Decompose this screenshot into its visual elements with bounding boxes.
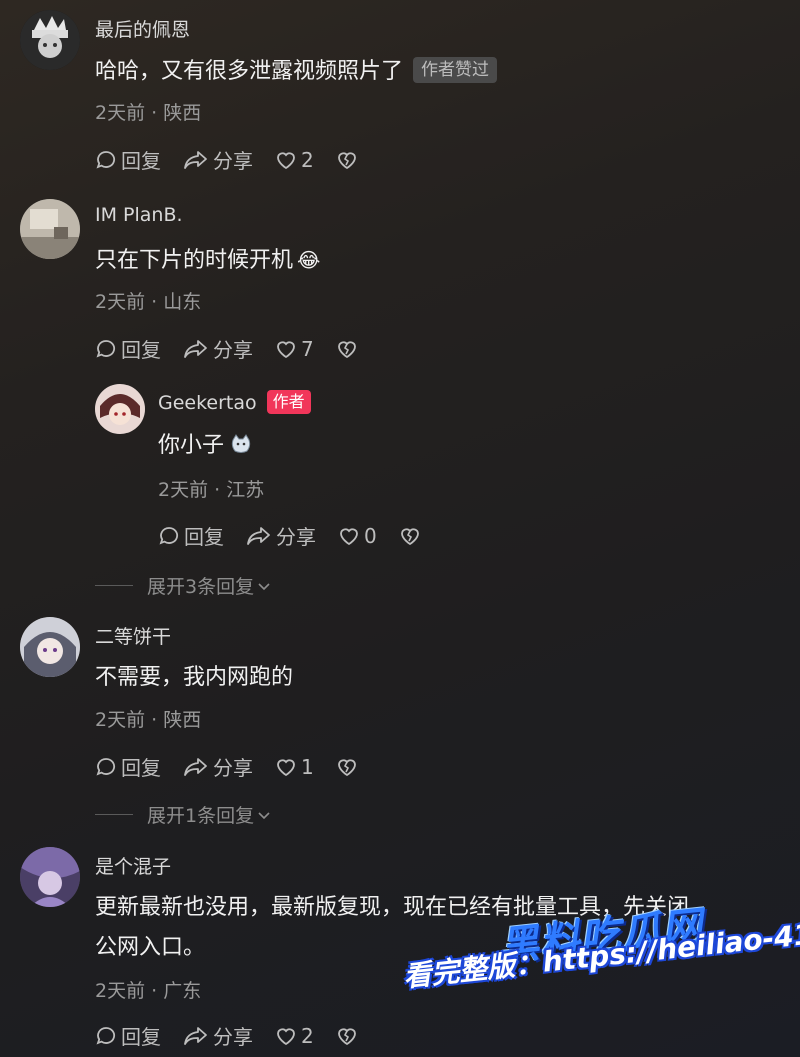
comment-meta: 2天前 · 山东: [95, 291, 202, 313]
heart-icon: [277, 758, 295, 776]
dislike-button[interactable]: [336, 1025, 362, 1047]
username[interactable]: 是个混子: [95, 852, 171, 879]
username[interactable]: IM PlanB.: [95, 204, 183, 226]
reply-text-body: 你小子: [158, 433, 225, 458]
comment-text: 哈哈，又有很多泄露视频照片了 作者赞过: [95, 52, 498, 92]
expand-replies-button[interactable]: 展开1条回复: [95, 801, 272, 828]
username[interactable]: 二等饼干: [95, 622, 171, 649]
reply-label: 回复: [121, 756, 161, 780]
username[interactable]: 最后的佩恩: [95, 15, 190, 42]
broken-heart-icon: [337, 340, 356, 358]
reply-username: Geekertao 作者: [158, 390, 311, 414]
heart-icon: [277, 340, 295, 358]
reply-bubble-icon: [96, 757, 115, 776]
dislike-button[interactable]: [336, 756, 362, 778]
like-button[interactable]: 7: [275, 337, 314, 361]
share-button[interactable]: 分享: [183, 145, 253, 174]
expand-replies-button[interactable]: 展开3条回复: [95, 572, 272, 599]
like-button[interactable]: 1: [275, 755, 314, 779]
comment-actions: 回复 分享 7: [95, 334, 384, 363]
divider-line: [95, 814, 133, 815]
share-arrow-icon: [247, 526, 270, 545]
reply-actions: 回复 分享 0: [158, 521, 447, 550]
avatar[interactable]: [20, 617, 80, 677]
dislike-button[interactable]: [336, 149, 362, 171]
author-badge: 作者: [266, 390, 311, 414]
share-arrow-icon: [184, 1026, 207, 1045]
comment-actions: 回复 分享 1: [95, 752, 384, 781]
avatar[interactable]: [20, 10, 80, 70]
chevron-down-icon: [258, 811, 270, 819]
avatar[interactable]: [20, 847, 80, 907]
chevron-down-icon: [258, 582, 270, 590]
laughing-emoji: 😂: [297, 248, 321, 272]
divider-line: [95, 585, 133, 586]
share-label: 分享: [213, 338, 253, 362]
author-liked-badge: 作者赞过: [413, 57, 498, 83]
comment-actions: 回复 分享 2: [95, 1021, 384, 1050]
like-count: 0: [364, 523, 377, 548]
reply-bubble-icon: [96, 339, 115, 358]
comment-meta: 2天前 · 广东: [95, 980, 202, 1002]
reply-label: 回复: [121, 149, 161, 173]
heart-icon: [277, 151, 295, 169]
reply-button[interactable]: 回复: [95, 1021, 161, 1050]
reply-label: 回复: [121, 1025, 161, 1049]
reply-label: 回复: [121, 338, 161, 362]
dislike-button[interactable]: [336, 338, 362, 360]
comment-text-line-2: 公网入口。: [95, 935, 206, 960]
comment-text: 只在下片的时候开机 😂: [95, 240, 320, 281]
reply-username-text[interactable]: Geekertao: [158, 392, 257, 414]
reply-bubble-icon: [96, 1026, 115, 1045]
comment-text-body: 只在下片的时候开机: [95, 248, 294, 273]
like-count: 1: [301, 754, 314, 779]
reply-label: 回复: [184, 525, 224, 549]
reply-button[interactable]: 回复: [158, 521, 224, 550]
expand-replies-label: 展开1条回复: [147, 805, 255, 827]
reply-text: 你小子: [158, 426, 252, 468]
share-button[interactable]: 分享: [183, 334, 253, 363]
reply-bubble-icon: [96, 150, 115, 169]
dislike-button[interactable]: [399, 525, 425, 547]
share-arrow-icon: [184, 757, 207, 776]
expand-replies-label: 展开3条回复: [147, 576, 255, 598]
share-button[interactable]: 分享: [246, 521, 316, 550]
share-button[interactable]: 分享: [183, 752, 253, 781]
reply-avatar[interactable]: [95, 384, 145, 434]
like-count: 7: [301, 336, 314, 361]
share-arrow-icon: [184, 150, 207, 169]
comment-text: 不需要，我内网跑的: [95, 665, 294, 690]
comment-meta: 2天前 · 陕西: [95, 709, 202, 731]
share-label: 分享: [276, 525, 316, 549]
reply-button[interactable]: 回复: [95, 334, 161, 363]
like-count: 2: [301, 147, 314, 172]
reply-meta: 2天前 · 江苏: [158, 479, 265, 501]
cat-emoji-icon: [230, 428, 252, 468]
share-label: 分享: [213, 1025, 253, 1049]
broken-heart-icon: [337, 758, 356, 776]
share-arrow-icon: [184, 339, 207, 358]
heart-icon: [277, 1027, 295, 1045]
broken-heart-icon: [400, 527, 419, 545]
reply-bubble-icon: [159, 526, 178, 545]
like-count: 2: [301, 1023, 314, 1048]
reply-button[interactable]: 回复: [95, 752, 161, 781]
heart-icon: [340, 527, 358, 545]
share-button[interactable]: 分享: [183, 1021, 253, 1050]
like-button[interactable]: 2: [275, 1024, 314, 1048]
share-label: 分享: [213, 756, 253, 780]
comment-text-body: 哈哈，又有很多泄露视频照片了: [95, 59, 404, 84]
like-button[interactable]: 0: [338, 524, 377, 548]
like-button[interactable]: 2: [275, 148, 314, 172]
broken-heart-icon: [337, 1027, 356, 1045]
comment-actions: 回复 分享 2: [95, 145, 384, 174]
share-label: 分享: [213, 149, 253, 173]
reply-button[interactable]: 回复: [95, 145, 161, 174]
comment-meta: 2天前 · 陕西: [95, 102, 202, 124]
broken-heart-icon: [337, 151, 356, 169]
avatar[interactable]: [20, 199, 80, 259]
